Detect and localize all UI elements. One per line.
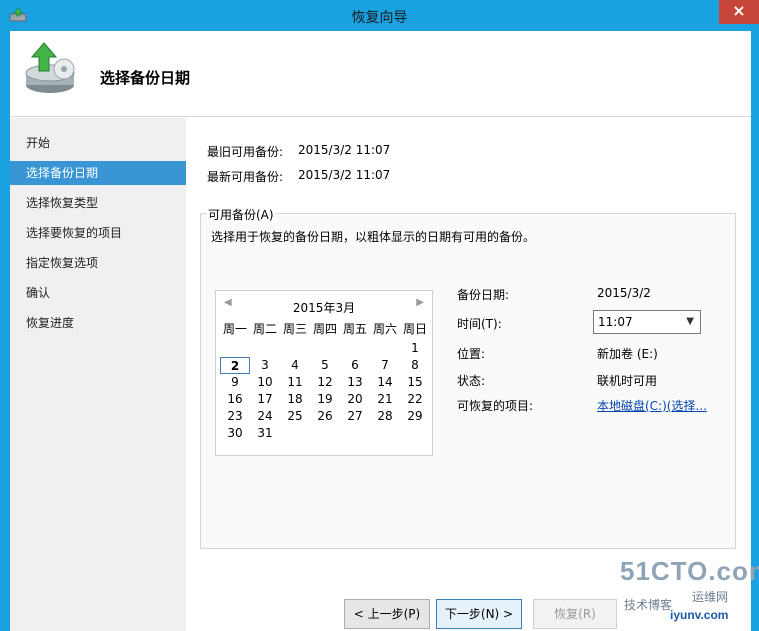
wizard-body: 开始 选择备份日期 选择恢复类型 选择要恢复的项目 指定恢复选项 确认 恢复进度… [10,118,751,631]
next-button[interactable]: 下一步(N) > [436,599,522,629]
nav-step-recovery-options[interactable]: 指定恢复选项 [10,251,186,275]
calendar-weekday: 周二 [252,322,277,336]
nav-step-select-date[interactable]: 选择备份日期 [10,161,186,185]
time-label: 时间(T): [457,317,502,331]
calendar-day[interactable]: 16 [220,391,250,408]
calendar-day[interactable]: 22 [400,391,430,408]
calendar-day[interactable]: 8 [400,357,430,374]
status-value: 联机时可用 [597,374,658,388]
calendar-day[interactable]: 2 [220,357,250,374]
oldest-backup-label: 最旧可用备份: [207,145,284,159]
group-description: 选择用于恢复的备份日期，以粗体显示的日期有可用的备份。 [211,230,536,244]
calendar-weekday: 周三 [282,322,307,336]
available-backups-group: 选择用于恢复的备份日期，以粗体显示的日期有可用的备份。 ◀ 2015年3月 ▶ … [200,213,736,549]
nav-step-start[interactable]: 开始 [10,131,186,155]
recoverable-items-label: 可恢复的项目: [457,399,534,413]
time-select-value: 11:07 [598,315,633,329]
calendar-day[interactable]: 1 [400,340,430,357]
calendar-day[interactable]: 30 [220,425,250,442]
backup-date-label: 备份日期: [457,288,510,302]
available-backups-label: 可用备份(A) [206,206,276,223]
calendar-weekday: 周日 [402,322,427,336]
status-label: 状态: [457,374,486,388]
calendar-day[interactable]: 15 [400,374,430,391]
calendar-day[interactable]: 27 [340,408,370,425]
calendar-day[interactable]: 31 [250,425,280,442]
wizard-content: 最旧可用备份: 2015/3/2 11:07 最新可用备份: 2015/3/2 … [186,118,751,631]
wizard-steps-nav: 开始 选择备份日期 选择恢复类型 选择要恢复的项目 指定恢复选项 确认 恢复进度 [10,118,186,631]
close-button[interactable]: × [719,0,759,24]
oldest-backup-value: 2015/3/2 11:07 [298,143,391,157]
location-value: 新加卷 (E:) [597,347,658,361]
nav-step-recovery-type[interactable]: 选择恢复类型 [10,191,186,215]
recover-button[interactable]: 恢复(R) [533,599,617,629]
calendar-day[interactable]: 4 [280,357,310,374]
calendar-day[interactable]: 6 [340,357,370,374]
calendar-day[interactable]: 17 [250,391,280,408]
back-button[interactable]: < 上一步(P) [344,599,430,629]
calendar-day[interactable]: 26 [310,408,340,425]
calendar-day[interactable]: 3 [250,357,280,374]
calendar-day[interactable]: 20 [340,391,370,408]
calendar-next-icon[interactable]: ▶ [416,297,424,308]
calendar-weekday: 周六 [372,322,397,336]
calendar-month-title[interactable]: 2015年3月 [216,299,432,316]
calendar-day[interactable]: 28 [370,408,400,425]
window-title: 恢复向导 [351,10,408,26]
newest-backup-label: 最新可用备份: [207,170,284,184]
watermark-text2: 运维网 [692,590,729,604]
newest-backup-value: 2015/3/2 11:07 [298,168,391,182]
recoverable-items-link[interactable]: 本地磁盘(C:)(选择... [597,397,707,414]
chevron-down-icon: ▼ [686,316,694,327]
calendar-weekday: 周五 [342,322,367,336]
wizard-header: 选择备份日期 [10,31,751,117]
calendar-day[interactable]: 18 [280,391,310,408]
calendar-day[interactable]: 29 [400,408,430,425]
calendar-day[interactable]: 10 [250,374,280,391]
calendar-day[interactable]: 11 [280,374,310,391]
calendar-day[interactable]: 5 [310,357,340,374]
location-label: 位置: [457,347,486,361]
calendar-day[interactable]: 19 [310,391,340,408]
calendar-day[interactable]: 21 [370,391,400,408]
site-watermark: 51CTO.com 技术博客 运维网 iyunv.com [612,556,759,628]
title-bar[interactable]: 恢复向导 × [0,0,759,31]
nav-step-select-items[interactable]: 选择要恢复的项目 [10,221,186,245]
watermark-brand: 51CTO.com [620,556,759,586]
restore-disk-icon [25,42,75,93]
calendar-day[interactable]: 23 [220,408,250,425]
calendar-day[interactable]: 12 [310,374,340,391]
backup-date-value: 2015/3/2 [597,286,651,300]
calendar-day[interactable]: 7 [370,357,400,374]
watermark-text1: 技术博客 [624,598,673,612]
calendar-day[interactable]: 24 [250,408,280,425]
page-title: 选择备份日期 [100,69,191,87]
calendar-weekday: 周四 [312,322,337,336]
backup-calendar[interactable]: ◀ 2015年3月 ▶ 周一 周二 周三 周四 周五 周六 周日 1 2 3 4 5 6 7 8 9 10 11 1… [215,290,433,456]
time-select[interactable]: 11:07 ▼ [593,310,701,334]
nav-step-progress[interactable]: 恢复进度 [10,311,186,335]
calendar-day[interactable]: 13 [340,374,370,391]
calendar-day[interactable]: 25 [280,408,310,425]
calendar-weekday: 周一 [222,322,247,336]
wizard-window: 恢复向导 × 选择备份日期 开始 选择备份日期 选择恢复类型 选择要恢复的项目 … [0,0,759,631]
nav-step-confirm[interactable]: 确认 [10,281,186,305]
calendar-day[interactable]: 9 [220,374,250,391]
calendar-day[interactable]: 14 [370,374,400,391]
wizard-client-area: 选择备份日期 开始 选择备份日期 选择恢复类型 选择要恢复的项目 指定恢复选项 … [10,31,751,631]
watermark-url: iyunv.com [670,608,729,622]
